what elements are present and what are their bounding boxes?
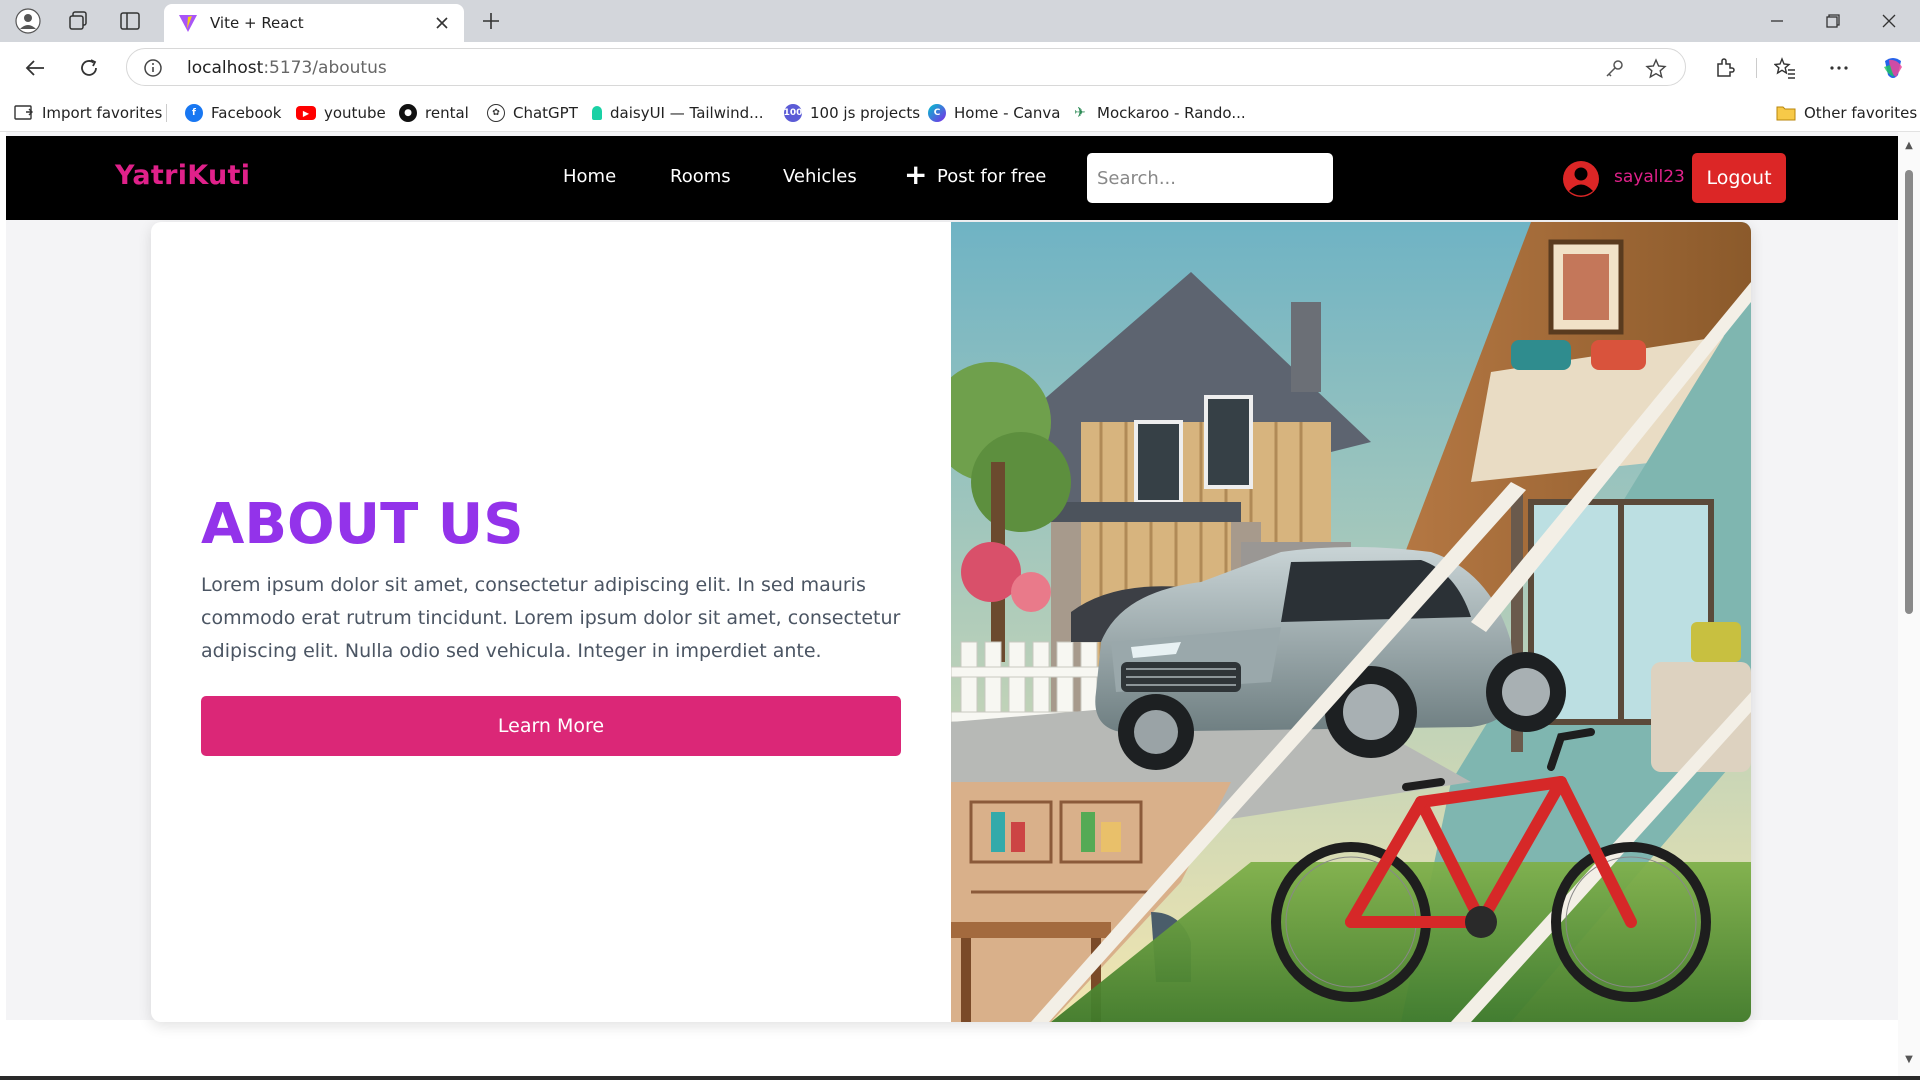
- bookmark-label: 100 js projects: [810, 104, 921, 122]
- page-viewport: YatriKuti Home Rooms Vehicles + Post for…: [0, 132, 1920, 1076]
- bookmark-youtube[interactable]: ▶ youtube: [296, 102, 386, 124]
- bookmark-chatgpt[interactable]: ✿ ChatGPT: [487, 102, 578, 124]
- nav-home[interactable]: Home: [563, 166, 616, 187]
- copilot-icon[interactable]: [1880, 55, 1906, 81]
- folder-icon: [1776, 106, 1796, 121]
- restore-icon[interactable]: [1810, 8, 1856, 34]
- username[interactable]: sayall23: [1614, 167, 1685, 187]
- info-icon[interactable]: [143, 58, 163, 78]
- bookmark-label: ChatGPT: [513, 104, 578, 122]
- bookmark-mockaroo[interactable]: ✈ Mockaroo - Rando...: [1071, 102, 1246, 124]
- site-navbar: YatriKuti Home Rooms Vehicles + Post for…: [6, 136, 1898, 220]
- bookmark-separator: [166, 104, 167, 122]
- bookmark-import-favorites[interactable]: Import favorites: [14, 102, 162, 124]
- browser-tab-bar: Vite + React: [0, 0, 1920, 42]
- url-host: localhost: [187, 58, 264, 78]
- minimize-icon[interactable]: [1754, 8, 1800, 34]
- new-tab-icon[interactable]: [478, 8, 504, 34]
- favorites-icon[interactable]: [1772, 55, 1798, 81]
- tab-vite-react[interactable]: Vite + React: [164, 4, 464, 42]
- learn-more-button[interactable]: Learn More: [201, 696, 901, 756]
- youtube-icon: ▶: [296, 106, 316, 120]
- address-bar[interactable]: localhost:5173/aboutus: [126, 48, 1686, 86]
- chatgpt-icon: ✿: [487, 104, 505, 122]
- brand-logo[interactable]: YatriKuti: [115, 160, 250, 191]
- workspaces-icon[interactable]: [64, 7, 92, 35]
- close-window-icon[interactable]: [1866, 8, 1912, 34]
- scroll-up-icon[interactable]: ▲: [1903, 140, 1915, 152]
- tab-actions-icon[interactable]: [116, 7, 144, 35]
- nav-post-for-free[interactable]: Post for free: [937, 166, 1046, 187]
- bookmarks-bar: Import favorites f Facebook ▶ youtube ● …: [0, 92, 1920, 132]
- about-card: ABOUT US Lorem ipsum dolor sit amet, con…: [151, 222, 1751, 1022]
- browser-toolbar: localhost:5173/aboutus: [0, 42, 1920, 92]
- tab-title: Vite + React: [210, 14, 304, 32]
- nav-rooms[interactable]: Rooms: [670, 166, 731, 187]
- favorite-star-icon[interactable]: [1645, 58, 1667, 80]
- bookmark-100-js-projects[interactable]: 100 100 js projects: [784, 102, 920, 124]
- facebook-icon: f: [185, 104, 203, 122]
- bookmark-label: rental: [425, 104, 469, 122]
- github-icon: ●: [399, 104, 417, 122]
- import-icon: [14, 105, 33, 120]
- bookmark-label: daisyUI — Tailwind...: [610, 104, 764, 122]
- 100-icon: 100: [784, 104, 802, 122]
- bookmark-label: Other favorites: [1804, 104, 1918, 122]
- more-menu-icon[interactable]: [1826, 55, 1852, 81]
- plus-icon[interactable]: +: [904, 160, 927, 190]
- close-tab-icon[interactable]: [432, 13, 452, 33]
- daisyui-icon: [592, 106, 602, 120]
- bookmark-label: youtube: [324, 104, 386, 122]
- scroll-down-icon[interactable]: ▼: [1903, 1054, 1915, 1066]
- bookmark-canva[interactable]: C Home - Canva: [928, 102, 1061, 124]
- reload-icon[interactable]: [74, 53, 104, 83]
- bookmark-label: Mockaroo - Rando...: [1097, 104, 1246, 122]
- vite-icon: [179, 15, 197, 32]
- bookmark-label: Import favorites: [42, 104, 163, 122]
- extensions-icon[interactable]: [1712, 55, 1738, 81]
- about-description: Lorem ipsum dolor sit amet, consectetur …: [201, 574, 901, 662]
- hero-collage-image: [951, 222, 1751, 1022]
- profile-icon[interactable]: [14, 7, 42, 35]
- back-icon[interactable]: [20, 53, 50, 83]
- about-title: ABOUT US: [201, 492, 524, 557]
- user-avatar-icon[interactable]: [1562, 160, 1600, 198]
- page-scrollbar[interactable]: ▲ ▼: [1898, 132, 1920, 1076]
- logout-button[interactable]: Logout: [1692, 153, 1786, 203]
- bookmark-label: Facebook: [211, 104, 282, 122]
- mockaroo-icon: ✈: [1074, 105, 1086, 121]
- bookmark-other-favorites[interactable]: Other favorites: [1776, 102, 1917, 124]
- bookmark-rental[interactable]: ● rental: [399, 102, 469, 124]
- toolbar-divider: [1756, 58, 1757, 78]
- url-text[interactable]: localhost:5173/aboutus: [187, 58, 387, 78]
- password-key-icon[interactable]: [1603, 58, 1625, 80]
- bookmark-label: Home - Canva: [954, 104, 1061, 122]
- search-input[interactable]: [1087, 153, 1333, 203]
- canva-icon: C: [928, 104, 946, 122]
- taskbar-edge: [0, 1076, 1920, 1080]
- bookmark-facebook[interactable]: f Facebook: [185, 102, 281, 124]
- scrollbar-thumb[interactable]: [1905, 170, 1913, 614]
- nav-vehicles[interactable]: Vehicles: [783, 166, 857, 187]
- url-path: :5173/aboutus: [263, 58, 387, 78]
- bookmark-daisyui[interactable]: daisyUI — Tailwind...: [592, 102, 764, 124]
